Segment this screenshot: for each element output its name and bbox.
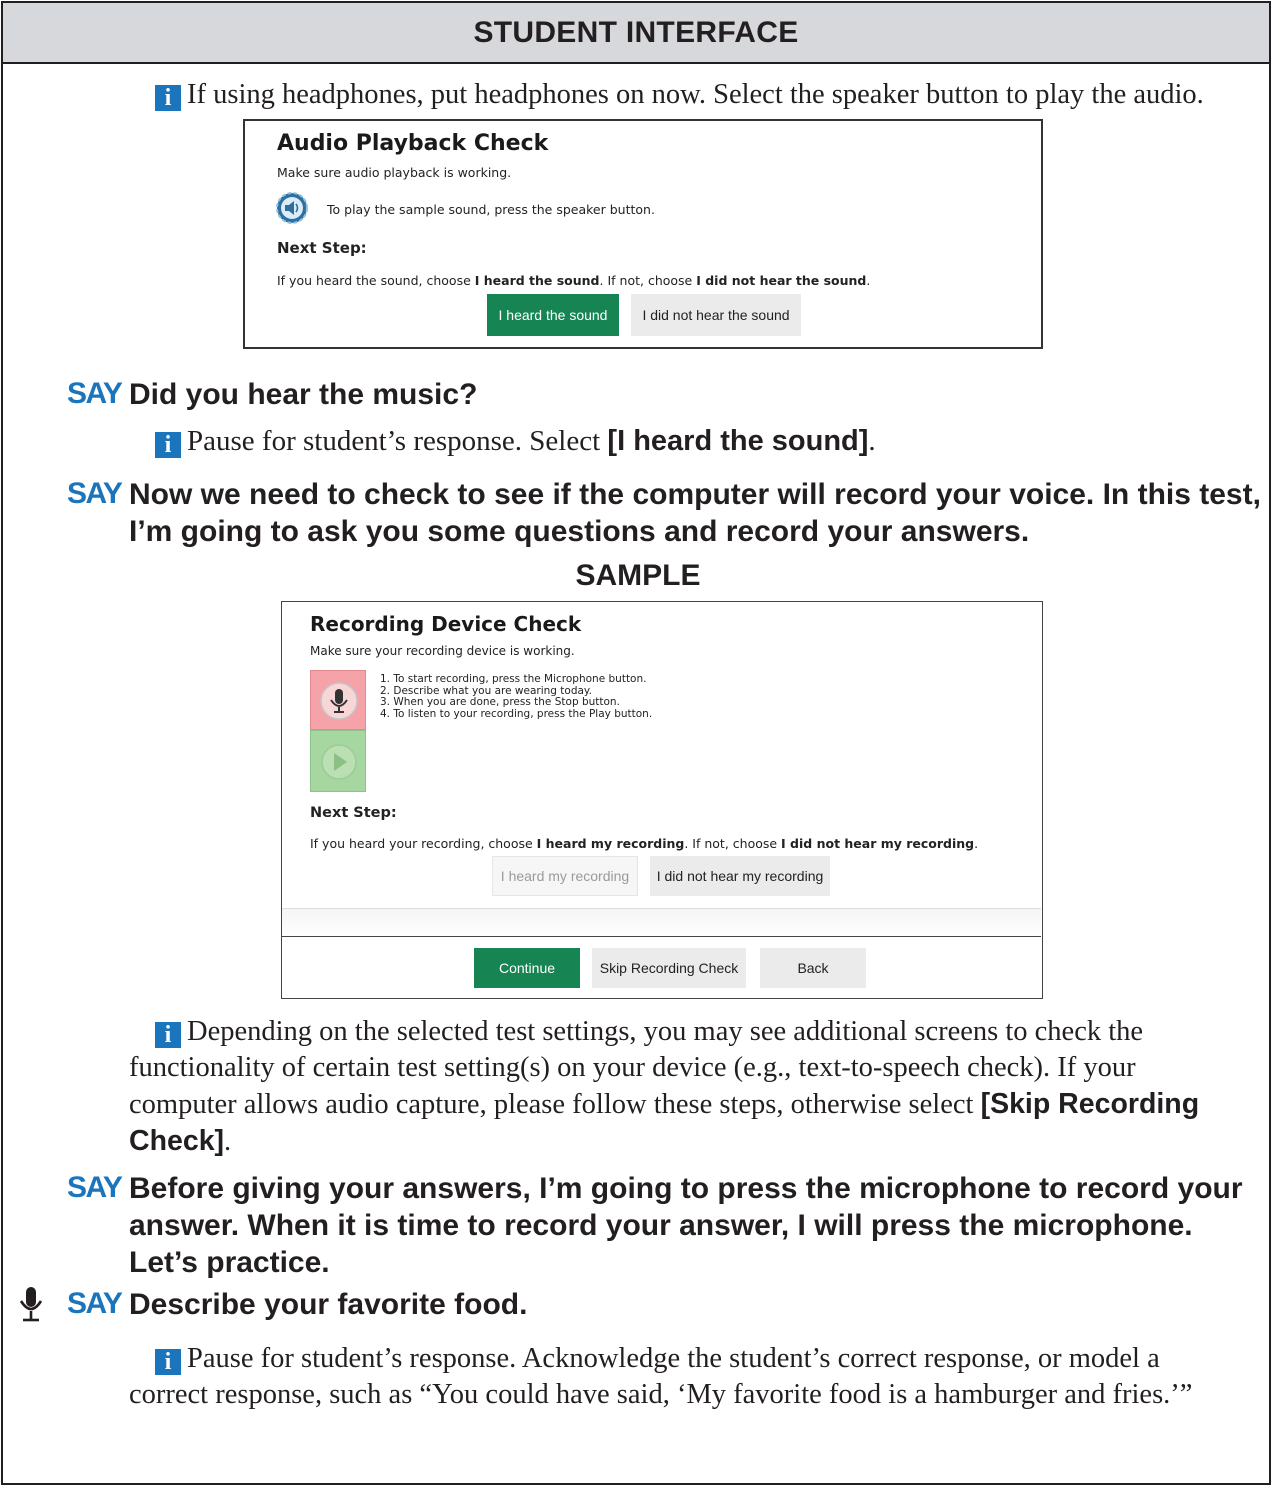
i-did-not-hear-my-recording-button[interactable]: I did not hear my recording — [650, 856, 830, 896]
sample-label: SAMPLE — [575, 559, 701, 592]
audio-playback-check-screenshot: Audio Playback Check Make sure audio pla… — [243, 119, 1043, 349]
say-record-voice: Now we need to check to see if the compu… — [129, 478, 1261, 548]
recording-step: 3. When you are done, press the Stop but… — [380, 696, 620, 708]
info-icon: i — [155, 432, 181, 458]
speaker-button[interactable] — [275, 191, 309, 225]
footer-divider — [282, 936, 1041, 937]
recording-step: 1. To start recording, press the Microph… — [380, 673, 647, 685]
say-favorite-food: Describe your favorite food. — [129, 1288, 528, 1321]
recording-device-check-screenshot: Recording Device Check Make sure your re… — [281, 601, 1043, 999]
back-button[interactable]: Back — [760, 948, 866, 988]
skip-recording-check-button[interactable]: Skip Recording Check — [592, 948, 746, 988]
recording-next-step-label: Next Step: — [310, 805, 397, 821]
play-button[interactable] — [310, 730, 366, 792]
recording-next-step-instruction: If you heard your recording, choose I he… — [310, 836, 979, 851]
recording-check-title: Recording Device Check — [310, 612, 582, 636]
say-label: SAY — [67, 1287, 123, 1320]
info-note-headphones: i If using headphones, put headphones on … — [155, 77, 1265, 113]
info-icon: i — [155, 1349, 181, 1375]
audio-next-step-label: Next Step: — [277, 239, 367, 257]
say-label: SAY — [67, 477, 123, 510]
audio-check-subtitle: Make sure audio playback is working. — [277, 165, 512, 180]
i-did-not-hear-the-sound-button[interactable]: I did not hear the sound — [631, 294, 801, 336]
say-did-you-hear: Did you hear the music? — [129, 378, 478, 411]
speaker-icon — [276, 192, 308, 224]
section-header: STUDENT INTERFACE — [3, 3, 1269, 64]
i-heard-the-sound-button[interactable]: I heard the sound — [487, 294, 619, 336]
recording-step: 4. To listen to your recording, press th… — [380, 707, 653, 720]
speaker-instruction: To play the sample sound, press the spea… — [327, 202, 655, 217]
recording-check-subtitle: Make sure your recording device is worki… — [310, 644, 575, 658]
recording-steps: 1. To start recording, press the Microph… — [380, 673, 653, 720]
play-icon — [321, 744, 357, 780]
say-press-microphone: Before giving your answers, I’m going to… — [129, 1172, 1243, 1279]
microphone-button[interactable] — [310, 670, 366, 730]
info-icon: i — [155, 85, 181, 111]
info-note-pause-2: i Pause for student’s response. Acknowled… — [129, 1343, 1193, 1410]
microphone-icon — [17, 1285, 45, 1325]
microphone-icon — [320, 682, 358, 720]
continue-button[interactable]: Continue — [474, 948, 580, 988]
i-heard-my-recording-button[interactable]: I heard my recording — [492, 856, 638, 896]
info-note-test-settings: i Depending on the selected test settings… — [129, 1016, 1200, 1157]
inner-panel-shadow — [282, 908, 1041, 936]
audio-check-title: Audio Playback Check — [277, 131, 549, 156]
audio-next-step-instruction: If you heard the sound, choose I heard t… — [277, 273, 871, 288]
say-label: SAY — [67, 377, 123, 410]
page-frame: STUDENT INTERFACE i If using headphones, … — [1, 1, 1271, 1485]
info-icon: i — [155, 1022, 181, 1048]
info-text: If using headphones, put headphones on n… — [187, 79, 1204, 110]
info-note-pause-1: i Pause for student’s response. Select [I… — [155, 423, 876, 459]
say-label: SAY — [67, 1171, 123, 1204]
